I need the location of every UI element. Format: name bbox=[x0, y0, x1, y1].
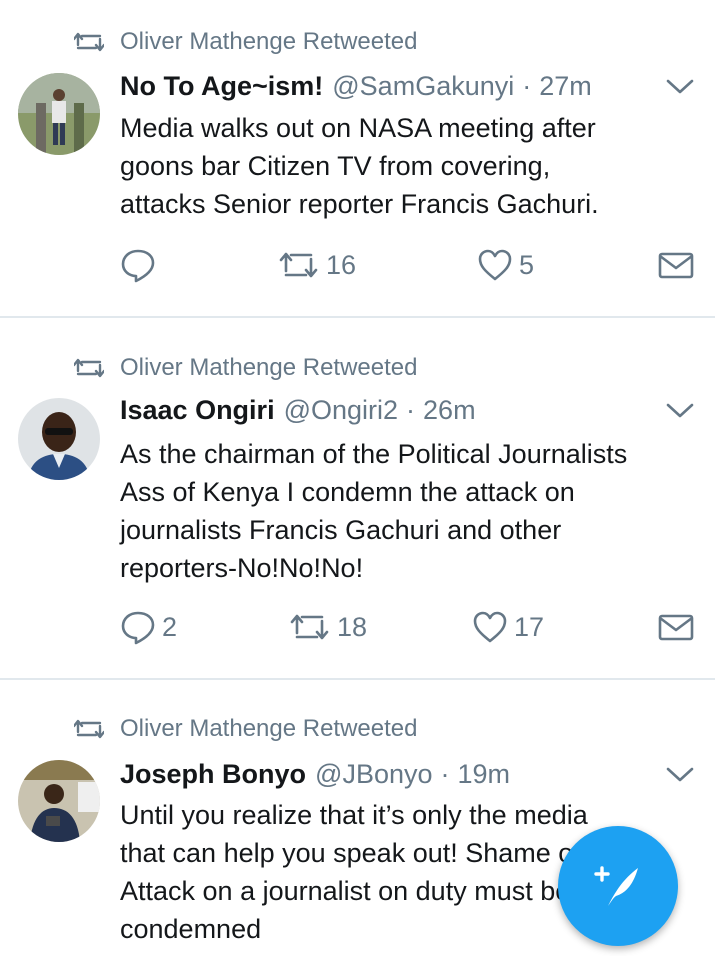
tweet-text: As the chairman of the Political Journal… bbox=[120, 439, 628, 583]
retweeted-by-label: Oliver Mathenge Retweeted bbox=[120, 715, 418, 742]
chevron-down-icon[interactable] bbox=[665, 395, 695, 425]
retweet-icon bbox=[74, 719, 104, 739]
separator-dot: · bbox=[440, 758, 450, 789]
tweet-card[interactable]: Oliver Mathenge Retweeted No To Age~ism!… bbox=[0, 0, 715, 316]
timestamp[interactable]: 26m bbox=[423, 395, 476, 426]
retweet-button[interactable]: 18 bbox=[287, 605, 367, 649]
reply-icon bbox=[121, 611, 155, 645]
author-handle[interactable]: @SamGakunyi bbox=[332, 71, 514, 102]
author-handle[interactable]: @JBonyo bbox=[315, 759, 432, 790]
retweet-icon bbox=[290, 614, 329, 640]
chevron-down-icon[interactable] bbox=[665, 71, 695, 101]
retweeted-by-label: Oliver Mathenge Retweeted bbox=[120, 28, 418, 55]
heart-icon bbox=[478, 249, 512, 281]
reply-icon bbox=[121, 249, 155, 283]
retweet-button[interactable]: 16 bbox=[276, 243, 356, 287]
avatar[interactable] bbox=[18, 760, 100, 842]
retweeted-by-label: Oliver Mathenge Retweeted bbox=[120, 354, 418, 381]
author-handle[interactable]: @Ongiri2 bbox=[284, 395, 398, 426]
direct-message-button[interactable] bbox=[658, 605, 694, 649]
author-name[interactable]: No To Age~ism! bbox=[120, 71, 323, 102]
timestamp[interactable]: 19m bbox=[458, 759, 511, 790]
reply-count: 2 bbox=[162, 611, 178, 642]
reply-button[interactable]: 2 bbox=[120, 605, 177, 649]
retweet-icon bbox=[74, 358, 104, 378]
avatar-photo bbox=[18, 73, 100, 155]
retweet-context: Oliver Mathenge Retweeted bbox=[74, 714, 418, 744]
avatar-photo bbox=[18, 398, 100, 480]
tweet-card[interactable]: Oliver Mathenge Retweeted Isaac Ongiri @… bbox=[0, 318, 715, 678]
like-button[interactable]: 5 bbox=[477, 243, 534, 287]
like-count: 5 bbox=[519, 249, 535, 280]
separator-dot: · bbox=[522, 70, 532, 101]
retweet-count: 18 bbox=[337, 611, 368, 642]
avatar[interactable] bbox=[18, 73, 100, 155]
avatar-photo bbox=[18, 760, 100, 842]
retweet-icon bbox=[74, 32, 104, 52]
like-button[interactable]: 17 bbox=[472, 605, 544, 649]
heart-icon bbox=[473, 611, 507, 643]
chevron-down-icon[interactable] bbox=[665, 759, 695, 789]
separator-dot: · bbox=[406, 394, 416, 425]
reply-button[interactable] bbox=[120, 243, 162, 287]
tweet-header: Isaac Ongiri @Ongiri2 · 26m bbox=[120, 391, 695, 429]
author-name[interactable]: Joseph Bonyo bbox=[120, 759, 306, 790]
author-name[interactable]: Isaac Ongiri bbox=[120, 395, 275, 426]
envelope-icon bbox=[658, 614, 694, 641]
tweet-header: Joseph Bonyo @JBonyo · 19m bbox=[120, 755, 695, 793]
compose-tweet-button[interactable] bbox=[558, 826, 678, 946]
retweet-context: Oliver Mathenge Retweeted bbox=[74, 353, 418, 383]
action-bar: 2 18 17 bbox=[0, 605, 715, 649]
action-bar: 16 5 bbox=[0, 243, 715, 287]
tweet-header: No To Age~ism! @SamGakunyi · 27m bbox=[120, 67, 695, 105]
envelope-icon bbox=[658, 252, 694, 279]
avatar[interactable] bbox=[18, 398, 100, 480]
retweet-count: 16 bbox=[326, 249, 357, 280]
direct-message-button[interactable] bbox=[658, 243, 694, 287]
timestamp[interactable]: 27m bbox=[539, 71, 592, 102]
retweet-context: Oliver Mathenge Retweeted bbox=[74, 27, 418, 57]
tweet-text: Media walks out on NASA meeting after go… bbox=[120, 113, 599, 219]
timeline[interactable]: Oliver Mathenge Retweeted No To Age~ism!… bbox=[0, 0, 715, 956]
like-count: 17 bbox=[514, 611, 545, 642]
compose-tweet-icon bbox=[594, 866, 638, 906]
retweet-icon bbox=[279, 252, 318, 278]
